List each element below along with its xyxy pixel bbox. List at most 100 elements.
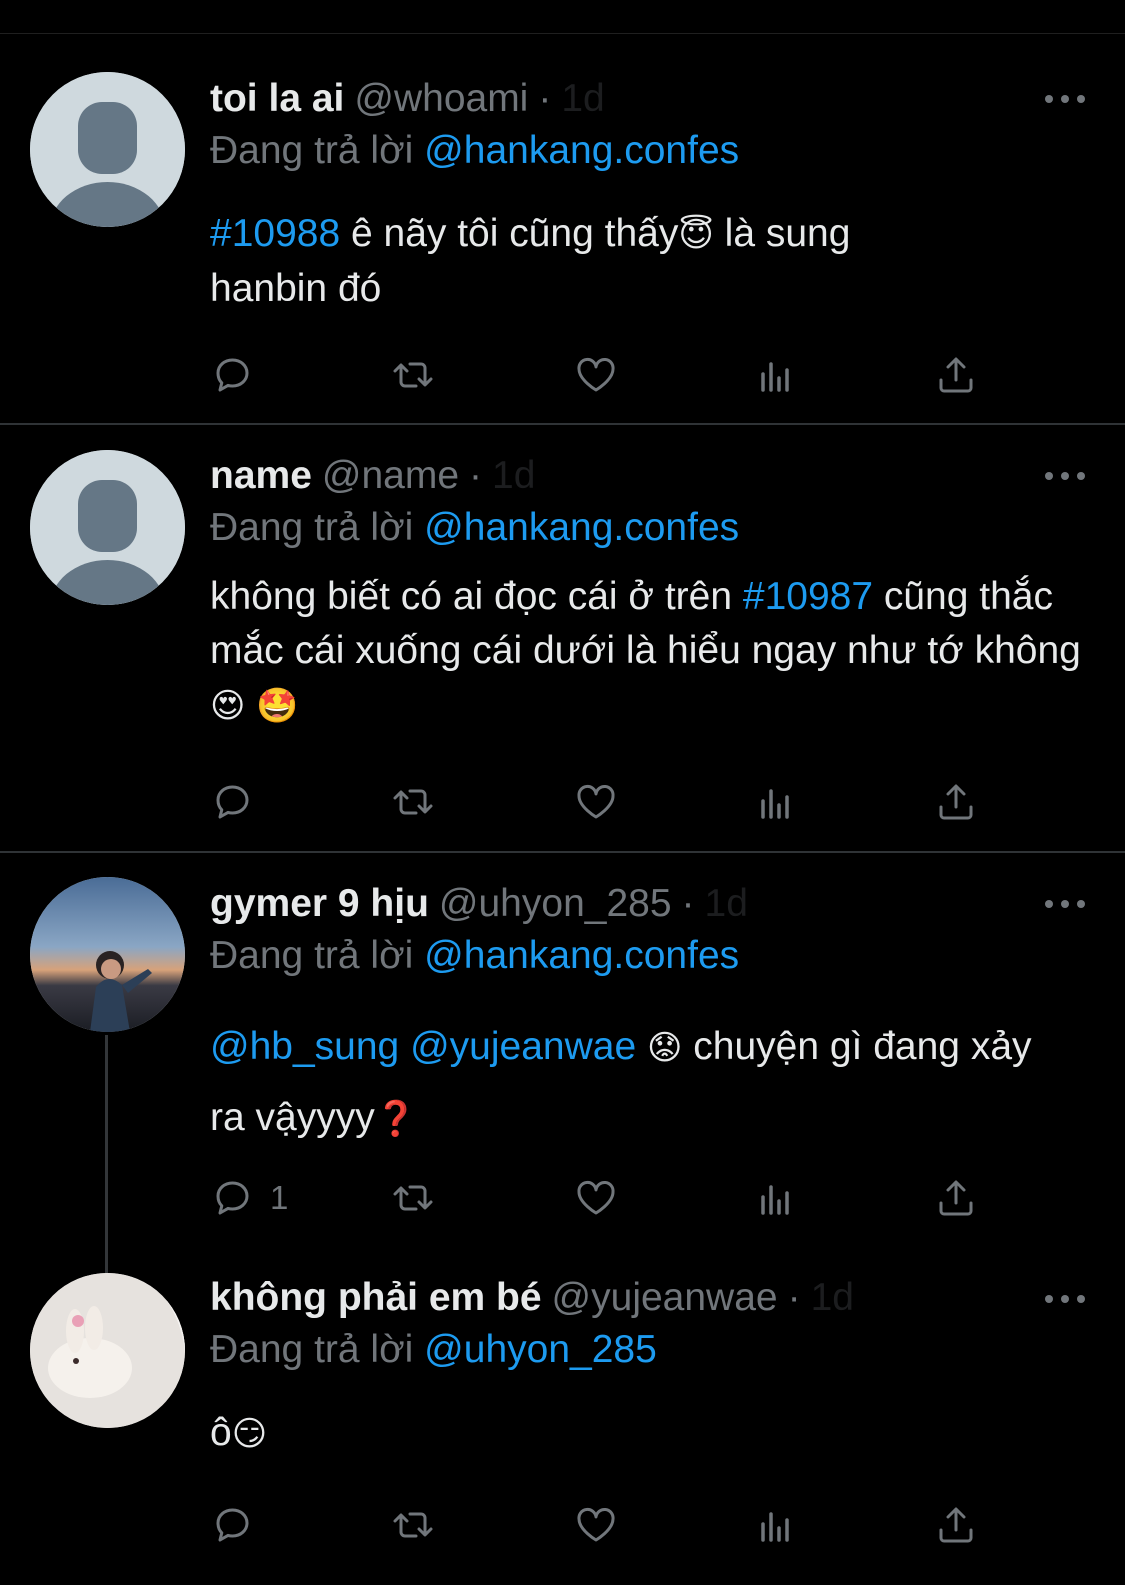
emoji: 😍 🤩 (210, 686, 299, 726)
tweet-text: #10988 ê nãy tôi cũng thấy😇 là sung hanb… (210, 207, 975, 316)
tweet-4[interactable]: không phải em bé @yujeanwae · 1d Đang trả l… (0, 1268, 1125, 1585)
action-bar (210, 777, 1000, 827)
retweet-button[interactable] (390, 777, 436, 827)
display-name[interactable]: name (210, 454, 312, 497)
user-avatar-photo[interactable] (30, 1273, 185, 1428)
timestamp[interactable]: 1d (561, 77, 604, 120)
default-avatar[interactable] (30, 72, 185, 227)
reply-icon (216, 785, 249, 819)
retweet-icon (393, 1512, 433, 1538)
like-button[interactable] (573, 1500, 619, 1550)
text-span: ô (210, 1411, 232, 1454)
more-icon[interactable] (1045, 90, 1085, 106)
tweet-3[interactable]: gymer 9 hịu @uhyon_285 · 1d Đang trả lời @h… (0, 853, 1125, 1275)
retweet-button[interactable] (390, 1500, 436, 1550)
like-icon (577, 785, 615, 819)
reply-prefix: Đang trả lời (210, 129, 414, 172)
reply-button[interactable] (210, 777, 270, 827)
retweet-button[interactable] (390, 350, 436, 400)
share-icon (939, 1507, 973, 1543)
text-span (399, 1025, 410, 1068)
action-bar (210, 1500, 1000, 1550)
reply-context: Đang trả lời @hankang.confes (210, 503, 739, 553)
like-button[interactable] (573, 777, 619, 827)
user-handle[interactable]: @whoami (354, 77, 528, 120)
emoji: ❓ (374, 1099, 418, 1139)
mention-link[interactable]: @yujeanwae (410, 1025, 636, 1068)
share-button[interactable] (933, 1173, 979, 1223)
sunset-portrait-photo (30, 877, 185, 1032)
reply-prefix: Đang trả lời (210, 934, 414, 977)
emoji: 😇 (678, 215, 714, 255)
reply-icon (216, 1508, 249, 1542)
reply-context: Đang trả lời @uhyon_285 (210, 1325, 657, 1375)
reply-count: 1 (270, 1179, 289, 1216)
more-icon[interactable] (1045, 895, 1085, 911)
retweet-icon (393, 789, 433, 815)
reply-button[interactable] (210, 1500, 270, 1550)
reply-to-handle[interactable]: @uhyon_285 (424, 1328, 657, 1371)
tweet-header: name @name · 1d (210, 451, 1065, 501)
user-handle[interactable]: @yujeanwae (552, 1276, 778, 1319)
display-name[interactable]: không phải em bé (210, 1276, 542, 1319)
reply-button[interactable] (210, 350, 270, 400)
display-name[interactable]: toi la ai (210, 77, 344, 120)
reply-button[interactable]: 1 (210, 1173, 288, 1223)
like-icon (577, 1181, 615, 1215)
tweet-text: ô😏 (210, 1406, 1085, 1461)
reply-icon (216, 1181, 249, 1215)
share-button[interactable] (933, 777, 979, 827)
share-icon (939, 784, 973, 820)
separator-dot: · (538, 77, 552, 120)
views-icon (761, 1512, 789, 1542)
action-bar (210, 350, 1000, 400)
share-button[interactable] (933, 1500, 979, 1550)
tweet-1[interactable]: toi la ai @whoami · 1d Đang trả lời @hankan… (0, 0, 1125, 425)
user-handle[interactable]: @uhyon_285 (439, 882, 672, 925)
more-icon[interactable] (1045, 467, 1085, 483)
emoji: 😏 (231, 1414, 268, 1454)
user-avatar-photo[interactable] (30, 877, 185, 1032)
share-button[interactable] (933, 350, 979, 400)
views-icon (761, 362, 789, 392)
user-handle[interactable]: @name (322, 454, 459, 497)
default-avatar-icon (30, 72, 185, 227)
like-button[interactable] (573, 1173, 619, 1223)
separator-dot: · (787, 1276, 801, 1319)
more-icon[interactable] (1045, 1290, 1085, 1306)
views-button[interactable] (753, 1500, 799, 1550)
views-icon (761, 789, 789, 819)
retweet-button[interactable] (390, 1173, 436, 1223)
tweet-header: toi la ai @whoami · 1d (210, 74, 1065, 124)
views-button[interactable] (753, 350, 799, 400)
display-name[interactable]: gymer 9 hịu (210, 882, 429, 925)
reply-to-handle[interactable]: @hankang.confes (424, 934, 739, 977)
timestamp[interactable]: 1d (811, 1276, 854, 1319)
text-span (636, 1025, 647, 1068)
timestamp[interactable]: 1d (492, 454, 535, 497)
like-button[interactable] (573, 350, 619, 400)
default-avatar-icon (30, 450, 185, 605)
like-icon (577, 1508, 615, 1542)
reply-icon (216, 358, 249, 392)
views-button[interactable] (753, 1173, 799, 1223)
hashtag-link[interactable]: #10988 (210, 212, 340, 255)
bunny-photo (30, 1273, 185, 1428)
share-icon (939, 1180, 973, 1216)
mention-link[interactable]: @hb_sung (210, 1025, 399, 1068)
hashtag-link[interactable]: #10987 (743, 575, 873, 618)
reply-to-handle[interactable]: @hankang.confes (424, 506, 739, 549)
text-span: ê nãy tôi cũng thấy (340, 212, 679, 255)
views-icon (761, 1185, 789, 1215)
timestamp[interactable]: 1d (705, 882, 748, 925)
default-avatar[interactable] (30, 450, 185, 605)
retweet-icon (393, 362, 433, 388)
separator-dot: · (681, 882, 695, 925)
separator-dot: · (469, 454, 483, 497)
like-icon (577, 358, 615, 392)
reply-prefix: Đang trả lời (210, 1328, 414, 1371)
tweet-2[interactable]: name @name · 1d Đang trả lời @hankang.confe… (0, 425, 1125, 852)
reply-to-handle[interactable]: @hankang.confes (424, 129, 739, 172)
reply-context: Đang trả lời @hankang.confes (210, 931, 739, 981)
views-button[interactable] (753, 777, 799, 827)
